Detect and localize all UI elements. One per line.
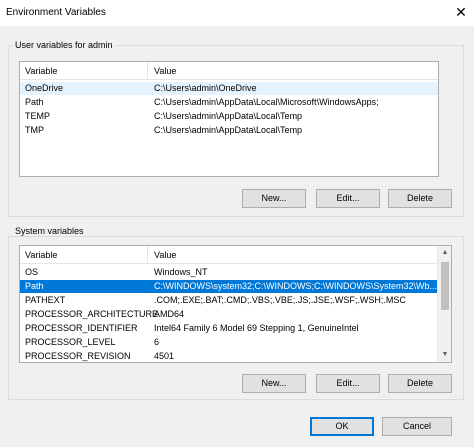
variable-name: PROCESSOR_ARCHITECTURE xyxy=(25,309,159,319)
variable-name: Path xyxy=(25,97,44,107)
user-variables-list[interactable]: Variable Value OneDrive C:\Users\admin\O… xyxy=(19,61,439,177)
list-item[interactable]: PATHEXT .COM;.EXE;.BAT;.CMD;.VBS;.VBE;.J… xyxy=(20,294,437,307)
scroll-thumb[interactable] xyxy=(441,262,449,310)
column-header-variable[interactable]: Variable xyxy=(20,246,148,264)
scroll-down-icon[interactable]: ▼ xyxy=(438,348,451,362)
list-item[interactable]: PROCESSOR_LEVEL 6 xyxy=(20,336,437,349)
variable-value: C:\Users\admin\AppData\Local\Temp xyxy=(154,111,303,121)
close-icon[interactable]: ✕ xyxy=(448,0,474,26)
system-variables-label: System variables xyxy=(13,226,86,236)
list-item[interactable]: PROCESSOR_IDENTIFIER Intel64 Family 6 Mo… xyxy=(20,322,437,335)
user-list-header: Variable Value xyxy=(20,62,438,80)
variable-value: 6 xyxy=(154,337,160,347)
variable-value: C:\WINDOWS\system32;C:\WINDOWS;C:\WINDOW… xyxy=(154,281,438,291)
variable-value: C:\Users\admin\OneDrive xyxy=(154,83,257,93)
system-edit-button[interactable]: Edit... xyxy=(316,374,380,393)
variable-name: PROCESSOR_LEVEL xyxy=(25,337,116,347)
column-header-variable[interactable]: Variable xyxy=(20,62,148,80)
column-header-value[interactable]: Value xyxy=(149,246,176,264)
scroll-up-icon[interactable]: ▲ xyxy=(438,246,451,260)
variable-name: OneDrive xyxy=(25,83,64,93)
variable-name: PROCESSOR_IDENTIFIER xyxy=(25,323,138,333)
list-item-selected[interactable]: Path C:\WINDOWS\system32;C:\WINDOWS;C:\W… xyxy=(20,280,437,293)
variable-value: C:\Users\admin\AppData\Local\Temp xyxy=(154,125,303,135)
user-variables-label: User variables for admin xyxy=(13,40,115,50)
variable-value: C:\Users\admin\AppData\Local\Microsoft\W… xyxy=(154,97,379,107)
cancel-button[interactable]: Cancel xyxy=(382,417,452,436)
variable-value: .COM;.EXE;.BAT;.CMD;.VBS;.VBE;.JS;.JSE;.… xyxy=(154,295,406,305)
user-edit-button[interactable]: Edit... xyxy=(316,189,380,208)
system-list-header: Variable Value xyxy=(20,246,437,264)
list-item[interactable]: PROCESSOR_ARCHITECTURE AMD64 xyxy=(20,308,437,321)
list-item[interactable]: PROCESSOR_REVISION 4501 xyxy=(20,350,437,362)
system-variables-list[interactable]: Variable Value OS Windows_NT Path C:\WIN… xyxy=(19,245,452,363)
ok-button[interactable]: OK xyxy=(310,417,374,436)
system-delete-button[interactable]: Delete xyxy=(388,374,452,393)
variable-name: Path xyxy=(25,281,44,291)
variable-value: Intel64 Family 6 Model 69 Stepping 1, Ge… xyxy=(154,323,359,333)
list-item[interactable]: OS Windows_NT xyxy=(20,266,437,279)
variable-name: TMP xyxy=(25,125,44,135)
variable-name: OS xyxy=(25,267,39,277)
list-item[interactable]: Path C:\Users\admin\AppData\Local\Micros… xyxy=(20,96,438,109)
vertical-scrollbar[interactable]: ▲ ▼ xyxy=(437,246,451,362)
variable-name: PROCESSOR_REVISION xyxy=(25,351,131,361)
system-new-button[interactable]: New... xyxy=(242,374,306,393)
window-title: Environment Variables xyxy=(6,7,106,18)
title-bar: Environment Variables ✕ xyxy=(0,0,474,26)
variable-value: Windows_NT xyxy=(154,267,208,277)
variable-value: AMD64 xyxy=(154,309,185,319)
user-delete-button[interactable]: Delete xyxy=(388,189,452,208)
variable-name: TEMP xyxy=(25,111,51,121)
list-item[interactable]: TEMP C:\Users\admin\AppData\Local\Temp xyxy=(20,110,438,123)
list-item[interactable]: OneDrive C:\Users\admin\OneDrive xyxy=(20,82,438,95)
variable-name: PATHEXT xyxy=(25,295,66,305)
user-new-button[interactable]: New... xyxy=(242,189,306,208)
list-item[interactable]: TMP C:\Users\admin\AppData\Local\Temp xyxy=(20,124,438,137)
column-header-value[interactable]: Value xyxy=(149,62,176,80)
variable-value: 4501 xyxy=(154,351,175,361)
